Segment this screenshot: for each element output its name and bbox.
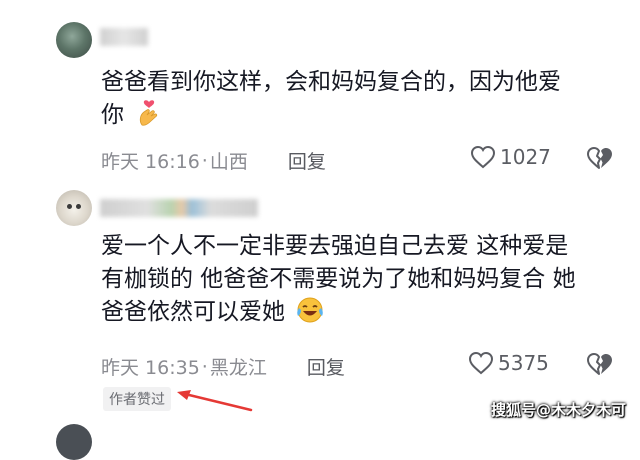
comment-text-line: 爸爸看到你这样，会和妈妈复合的，因为他爱 — [101, 69, 561, 95]
timestamp: 昨天 16:16 — [101, 151, 200, 173]
reply-button[interactable]: 回复 — [307, 353, 345, 380]
heart-outline-icon — [470, 145, 496, 169]
laughing-crying-emoji — [297, 297, 324, 323]
location: 山西 — [209, 151, 248, 173]
avatar[interactable] — [56, 22, 92, 58]
like-count: 5375 — [498, 351, 549, 375]
comment-text-line: 有枷锁的 他爸爸不需要说为了她和妈妈复合 她 — [101, 266, 576, 292]
heart-hands-emoji — [140, 100, 158, 126]
author-liked-badge: 作者赞过 — [103, 387, 171, 411]
timestamp: 昨天 16:35 — [101, 357, 200, 379]
comment-meta: 昨天 16:35 · 黑龙江 回复 — [101, 353, 345, 380]
broken-heart-icon[interactable] — [586, 351, 614, 377]
username-blurred[interactable] — [100, 199, 258, 217]
comment-meta: 昨天 16:16 · 山西 回复 — [101, 147, 326, 174]
comment-text-line: 爸爸依然可以爱她 — [101, 296, 621, 329]
broken-heart-icon[interactable] — [586, 145, 614, 171]
location: 黑龙江 — [209, 357, 267, 379]
avatar[interactable] — [56, 190, 92, 226]
meta-separator: · — [201, 149, 208, 172]
like-button[interactable]: 5375 — [468, 351, 549, 375]
like-count: 1027 — [500, 145, 551, 169]
avatar[interactable] — [56, 424, 92, 460]
comment-text: 爸爸看到你这样，会和妈妈复合的，因为他爱 你 — [101, 66, 621, 132]
meta-separator: · — [201, 355, 208, 378]
comment-text-line: 爱一个人不一定非要去强迫自己去爱 这种爱是 — [101, 233, 569, 259]
like-button[interactable]: 1027 — [470, 145, 551, 169]
comment-text: 爱一个人不一定非要去强迫自己去爱 这种爱是 有枷锁的 他爸爸不需要说为了她和妈妈… — [101, 230, 621, 329]
red-arrow — [177, 390, 253, 412]
comment-text-line: 你 — [101, 99, 621, 132]
watermark: 搜狐号@木木夕木可 — [490, 401, 626, 419]
reply-button[interactable]: 回复 — [288, 147, 326, 174]
username-blurred[interactable] — [100, 28, 148, 46]
heart-outline-icon — [468, 351, 494, 375]
